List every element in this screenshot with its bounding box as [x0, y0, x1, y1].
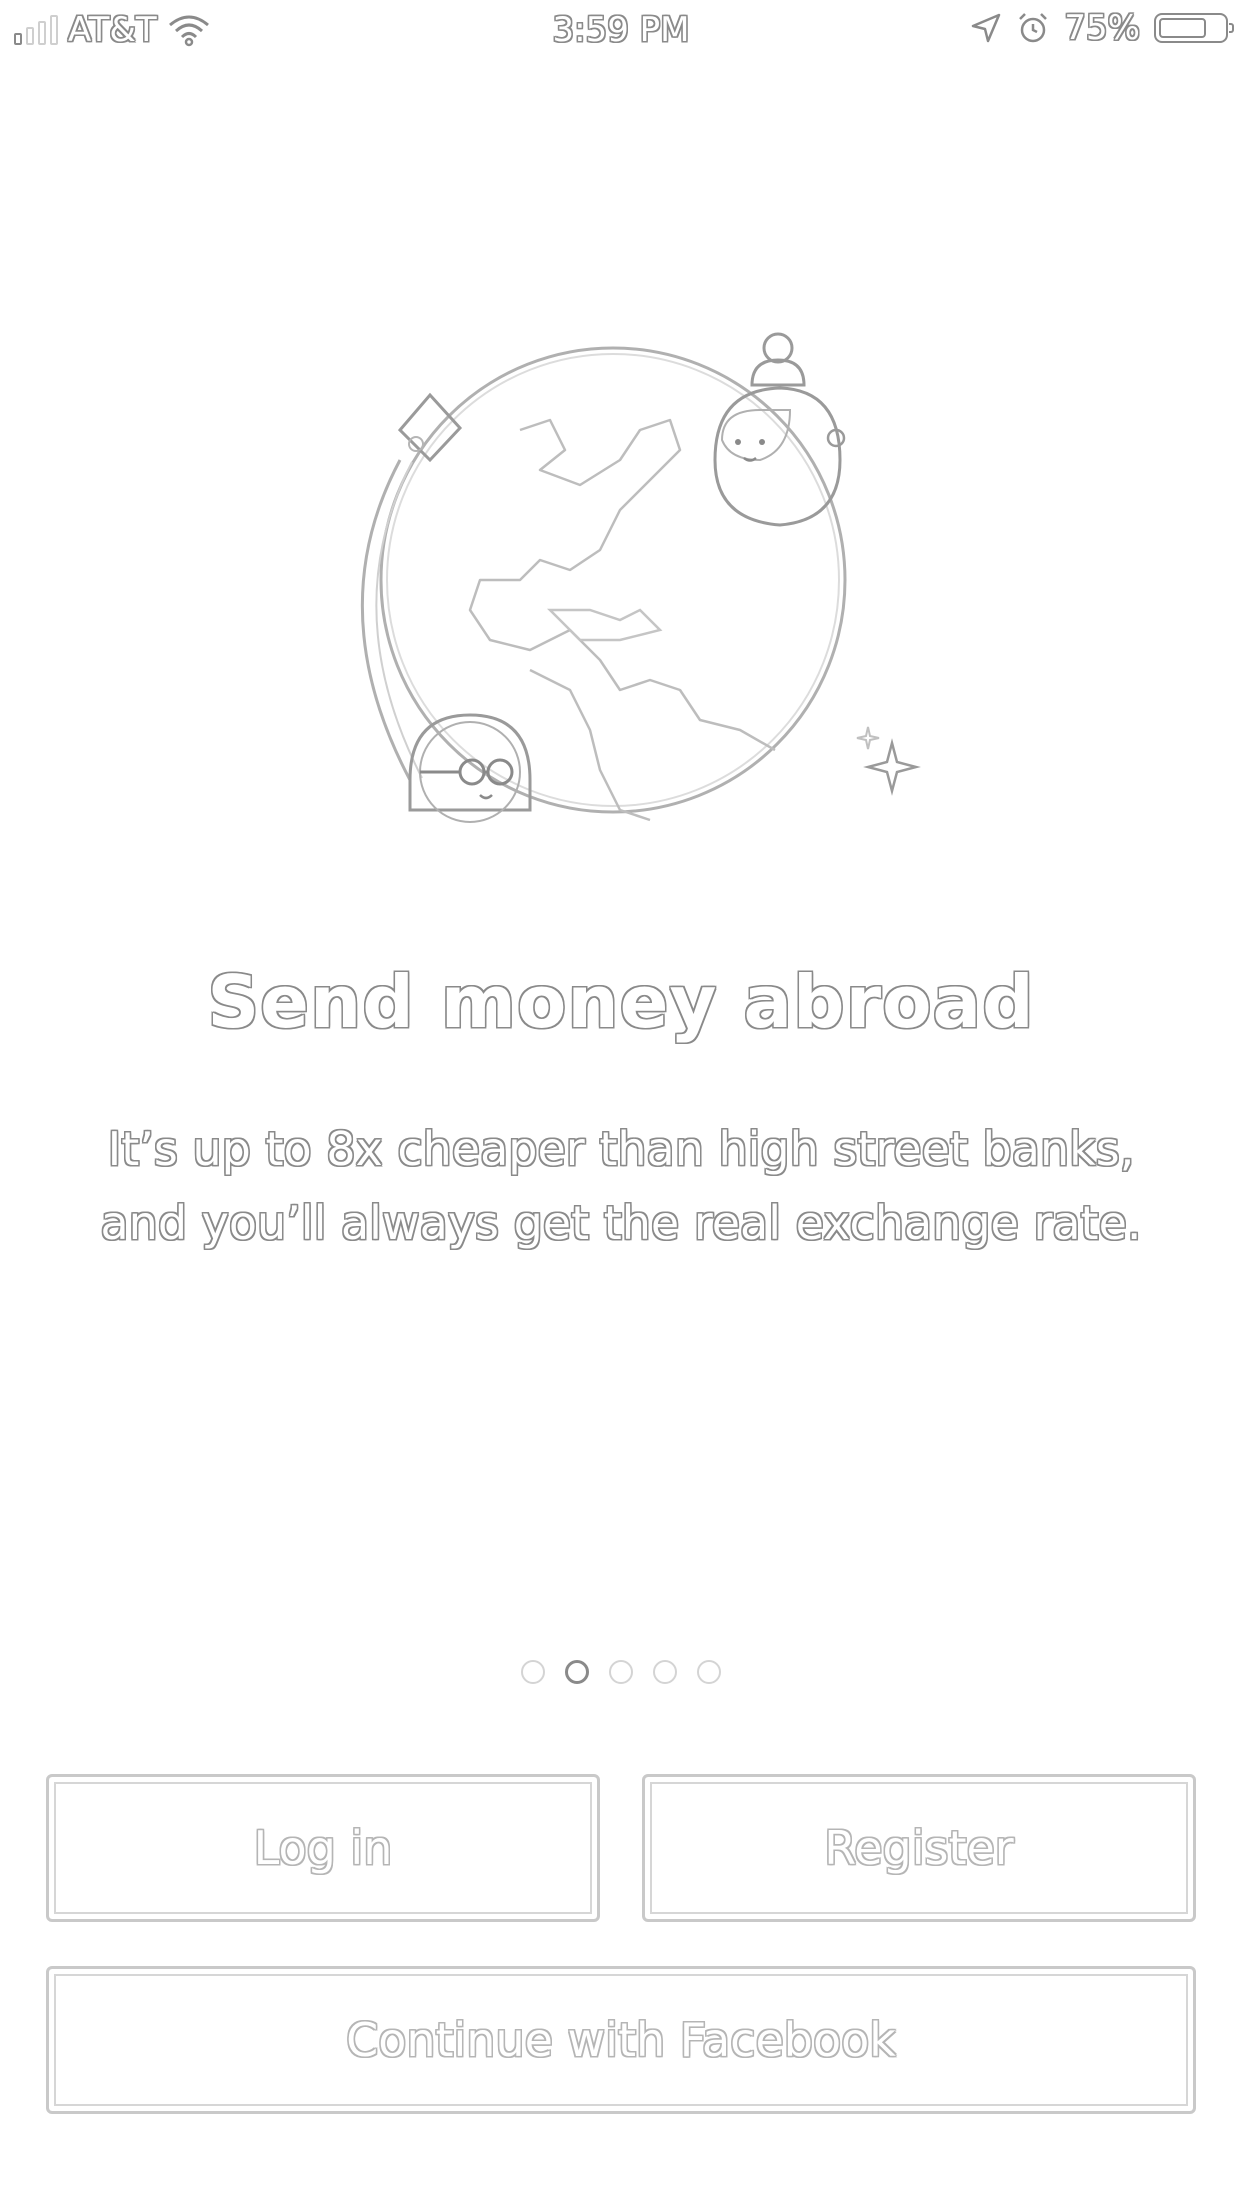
continue-with-facebook-button[interactable]: Continue with Facebook [46, 1966, 1196, 2114]
character-bottom-left [408, 713, 532, 823]
status-bar: AT&T 3:59 PM 75% [0, 0, 1242, 62]
flag-icon [397, 392, 463, 463]
status-right: 75% [970, 8, 1234, 48]
battery-percent: 75% [1064, 8, 1140, 48]
description-line-1: It’s up to 8x cheaper than high street b… [107, 1122, 1135, 1176]
page-indicator[interactable] [0, 1660, 1242, 1684]
location-arrow-icon [972, 13, 1001, 43]
page-dot[interactable] [653, 1660, 677, 1684]
register-button[interactable]: Register [642, 1774, 1196, 1922]
character-top-right [713, 332, 846, 527]
login-button[interactable]: Log in [46, 1774, 600, 1922]
sparkle-icon [856, 726, 921, 796]
globe-illustration [360, 332, 921, 823]
page-dot[interactable] [697, 1660, 721, 1684]
page-dot[interactable] [521, 1660, 545, 1684]
alarm-icon [1019, 13, 1048, 43]
onboarding-title: Send money abroad [207, 960, 1035, 1044]
description-line-2: and you’ll always get the real exchange … [100, 1196, 1142, 1250]
battery-icon [1154, 13, 1234, 43]
battery-level [1159, 18, 1206, 38]
page-dot[interactable] [609, 1660, 633, 1684]
page-dot-active[interactable] [565, 1660, 589, 1684]
onboarding-description: It’s up to 8x cheaper than high street b… [60, 1112, 1182, 1260]
